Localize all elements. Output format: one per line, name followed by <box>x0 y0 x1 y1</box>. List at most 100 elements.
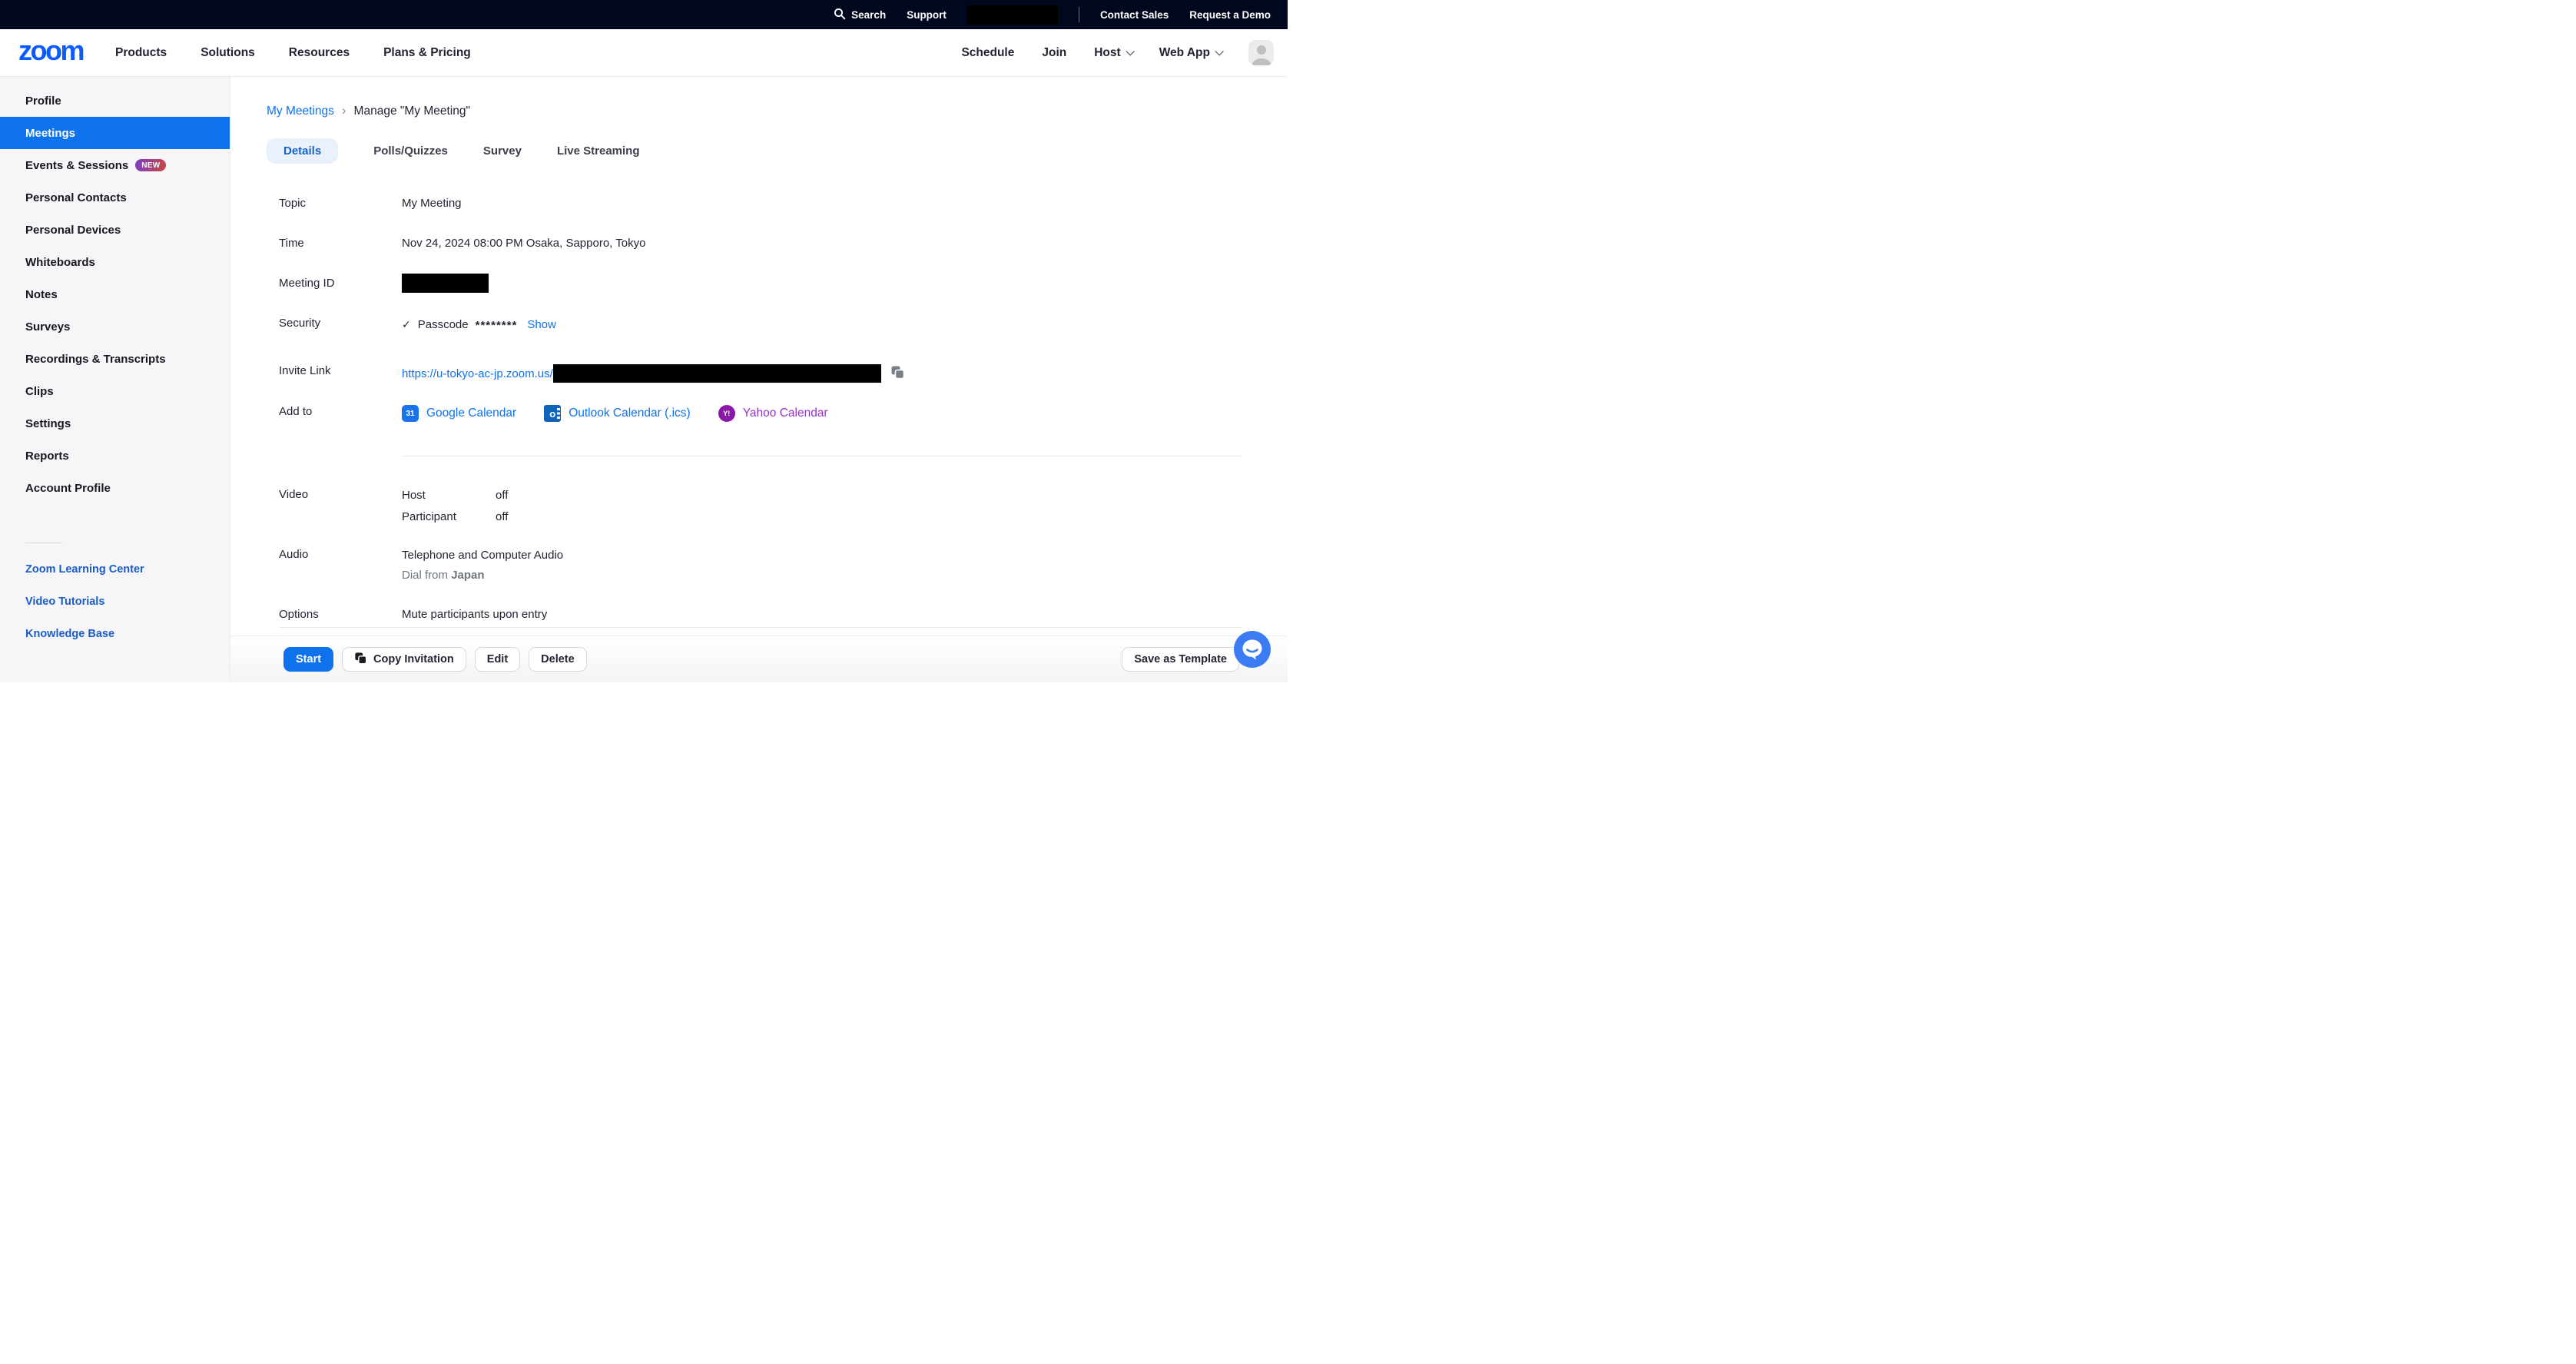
nav-plans-pricing[interactable]: Plans & Pricing <box>383 46 471 60</box>
breadcrumb-separator-icon: › <box>342 104 346 118</box>
sidebar-item-profile[interactable]: Profile <box>0 85 230 117</box>
copy-icon <box>354 652 367 668</box>
sidebar-item-recordings-transcripts[interactable]: Recordings & Transcripts <box>0 343 230 375</box>
main-header: zoom Products Solutions Resources Plans … <box>0 29 1288 77</box>
sidebar-item-personal-devices[interactable]: Personal Devices <box>0 214 230 246</box>
search-button[interactable]: Search <box>834 8 886 22</box>
avatar-person-icon <box>1257 45 1266 55</box>
breadcrumb-current: Manage "My Meeting" <box>354 105 470 118</box>
host-menu[interactable]: Host <box>1094 46 1131 60</box>
breadcrumb: My Meetings › Manage "My Meeting" <box>267 104 470 118</box>
sidebar-item-events-sessions[interactable]: Events & Sessions NEW <box>0 149 230 181</box>
nav-solutions[interactable]: Solutions <box>201 46 255 60</box>
tab-live-streaming[interactable]: Live Streaming <box>557 144 640 158</box>
time-value: Nov 24, 2024 08:00 PM Osaka, Sapporo, To… <box>402 237 645 250</box>
show-passcode-link[interactable]: Show <box>527 318 556 331</box>
yahoo-calendar-icon: Y! <box>718 405 735 422</box>
web-app-menu[interactable]: Web App <box>1159 46 1221 60</box>
delete-button[interactable]: Delete <box>529 647 587 672</box>
tab-details[interactable]: Details <box>267 138 338 164</box>
sidebar-item-account-profile[interactable]: Account Profile <box>0 472 230 504</box>
audio-value: Telephone and Computer Audio <box>402 548 563 563</box>
yahoo-calendar-link[interactable]: Y! Yahoo Calendar <box>718 405 828 422</box>
chevron-down-icon <box>1126 47 1134 55</box>
sidebar: Profile Meetings Events & Sessions NEW P… <box>0 77 230 682</box>
sidebar-item-whiteboards[interactable]: Whiteboards <box>0 246 230 278</box>
sidebar-item-notes[interactable]: Notes <box>0 278 230 310</box>
passcode-mask: ******** <box>476 317 518 332</box>
header-actions: Schedule Join Host Web App <box>961 40 1274 65</box>
tab-bar: Details Polls/Quizzes Survey Live Stream… <box>267 138 640 164</box>
nav-resources[interactable]: Resources <box>289 46 350 60</box>
video-participant-value: off <box>496 509 508 525</box>
contact-sales-link[interactable]: Contact Sales <box>1100 9 1169 21</box>
meeting-id-label: Meeting ID <box>279 277 402 290</box>
passcode-label: Passcode <box>418 318 469 331</box>
add-to-label: Add to <box>279 405 402 422</box>
redacted-account-box <box>967 5 1058 25</box>
start-button[interactable]: Start <box>283 647 333 672</box>
invite-link-label: Invite Link <box>279 364 402 383</box>
footer-action-bar: Start Copy Invitation Edit Delete Save a… <box>230 636 1288 682</box>
sidebar-item-surveys[interactable]: Surveys <box>0 310 230 343</box>
video-label: Video <box>279 488 402 531</box>
primary-nav: Products Solutions Resources Plans & Pri… <box>115 46 471 60</box>
options-label: Options <box>279 608 402 621</box>
link-video-tutorials[interactable]: Video Tutorials <box>25 596 230 608</box>
tab-survey[interactable]: Survey <box>483 144 522 158</box>
tab-polls-quizzes[interactable]: Polls/Quizzes <box>373 144 448 158</box>
outlook-calendar-icon: o <box>544 405 561 422</box>
security-row: Security ✓ Passcode ******** Show <box>279 317 1242 332</box>
video-host-value: off <box>496 488 508 503</box>
dial-from-text: Dial from Japan <box>402 568 563 583</box>
outlook-calendar-link[interactable]: o Outlook Calendar (.ics) <box>544 405 691 422</box>
support-link[interactable]: Support <box>907 9 947 21</box>
sidebar-item-personal-contacts[interactable]: Personal Contacts <box>0 181 230 214</box>
search-label: Search <box>851 9 886 21</box>
invite-link-row: Invite Link https://u-tokyo-ac-jp.zoom.u… <box>279 364 1242 383</box>
sidebar-item-meetings[interactable]: Meetings <box>0 117 230 149</box>
link-zoom-learning-center[interactable]: Zoom Learning Center <box>25 563 230 576</box>
save-as-template-button[interactable]: Save as Template <box>1122 647 1239 672</box>
invite-url-link[interactable]: https://u-tokyo-ac-jp.zoom.us/ <box>402 367 553 380</box>
options-value: Mute participants upon entry <box>402 608 547 621</box>
main-content: My Meetings › Manage "My Meeting" Detail… <box>230 77 1288 682</box>
add-to-row: Add to 31 Google Calendar o Outlook Cale… <box>279 405 1242 422</box>
breadcrumb-my-meetings[interactable]: My Meetings <box>267 105 334 118</box>
top-utility-bar: Search Support Contact Sales Request a D… <box>0 0 1288 29</box>
zoom-logo[interactable]: zoom <box>18 37 83 69</box>
copy-icon[interactable] <box>890 365 905 383</box>
video-participant-label: Participant <box>402 509 496 525</box>
sidebar-item-reports[interactable]: Reports <box>0 440 230 472</box>
time-label: Time <box>279 237 402 250</box>
topic-label: Topic <box>279 197 402 210</box>
google-calendar-icon: 31 <box>402 405 419 422</box>
chat-support-bubble[interactable] <box>1234 631 1271 668</box>
schedule-link[interactable]: Schedule <box>961 46 1014 60</box>
sidebar-item-settings[interactable]: Settings <box>0 407 230 440</box>
time-row: Time Nov 24, 2024 08:00 PM Osaka, Sappor… <box>279 237 1242 250</box>
security-label: Security <box>279 317 402 332</box>
section-divider <box>279 627 1242 628</box>
nav-products[interactable]: Products <box>115 46 167 60</box>
google-calendar-link[interactable]: 31 Google Calendar <box>402 405 516 422</box>
redacted-meeting-id <box>402 274 489 293</box>
join-link[interactable]: Join <box>1042 46 1066 60</box>
search-icon <box>834 8 846 22</box>
topic-row: Topic My Meeting <box>279 197 1242 210</box>
audio-row: Audio Telephone and Computer Audio Dial … <box>279 548 1242 583</box>
dial-country: Japan <box>451 569 484 582</box>
copy-invitation-button[interactable]: Copy Invitation <box>342 647 466 672</box>
new-badge: NEW <box>135 159 166 171</box>
meeting-id-row: Meeting ID <box>279 274 1242 293</box>
edit-button[interactable]: Edit <box>475 647 520 672</box>
video-row: Video Host off Participant off <box>279 488 1242 531</box>
redacted-invite-url <box>553 364 881 383</box>
request-demo-link[interactable]: Request a Demo <box>1189 9 1271 21</box>
options-row: Options Mute participants upon entry <box>279 608 1242 621</box>
avatar[interactable] <box>1248 40 1274 65</box>
chevron-down-icon <box>1215 47 1223 55</box>
sidebar-item-clips[interactable]: Clips <box>0 375 230 407</box>
check-icon: ✓ <box>402 318 411 331</box>
link-knowledge-base[interactable]: Knowledge Base <box>25 628 230 640</box>
